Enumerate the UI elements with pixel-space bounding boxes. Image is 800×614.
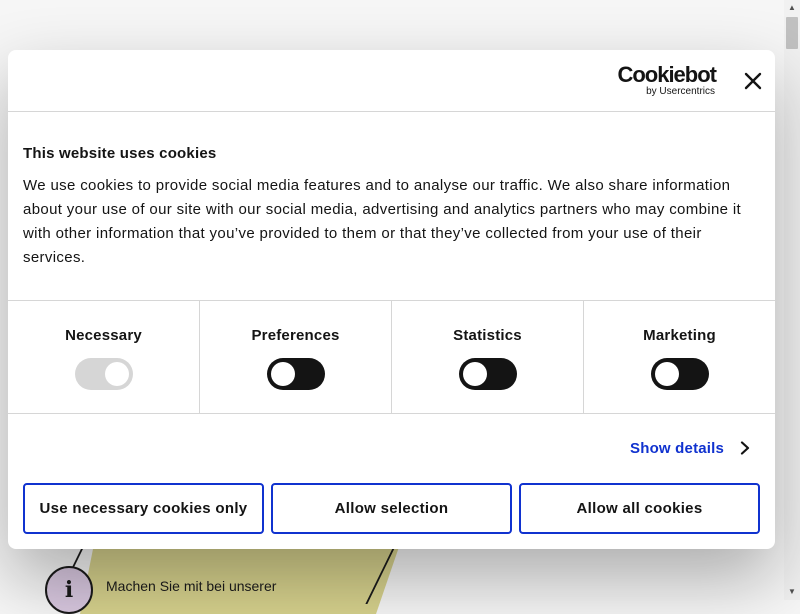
toggle-knob bbox=[654, 362, 679, 386]
promo-text[interactable]: Machen Sie mit bei unserer bbox=[106, 578, 276, 594]
close-button[interactable] bbox=[741, 69, 765, 93]
category-label: Marketing bbox=[643, 327, 716, 344]
scroll-up-arrow-icon[interactable]: ▲ bbox=[784, 0, 800, 16]
cookie-category-toggles: Necessary Preferences Statistics Marketi… bbox=[8, 300, 775, 414]
logo-wordmark: Cookiebot bbox=[617, 62, 717, 87]
dialog-header: Cookiebot by Usercentrics bbox=[8, 50, 775, 112]
category-label: Statistics bbox=[453, 327, 522, 344]
close-icon bbox=[744, 72, 762, 90]
toggle-knob bbox=[104, 362, 129, 386]
preferences-toggle[interactable] bbox=[266, 358, 325, 390]
logo-tagline: by Usercentrics bbox=[646, 86, 715, 97]
category-marketing: Marketing bbox=[583, 301, 775, 413]
category-preferences: Preferences bbox=[199, 301, 391, 413]
toggle-knob bbox=[462, 362, 487, 386]
show-details-link[interactable]: Show details bbox=[630, 438, 750, 458]
scrollbar-track[interactable] bbox=[784, 0, 800, 600]
category-label: Necessary bbox=[65, 327, 142, 344]
necessary-toggle bbox=[74, 358, 133, 390]
show-details-label: Show details bbox=[630, 439, 725, 457]
dialog-description: We use cookies to provide social media f… bbox=[23, 177, 742, 266]
scrollbar-thumb[interactable] bbox=[786, 17, 798, 49]
category-necessary: Necessary bbox=[8, 301, 199, 413]
cookie-consent-dialog: Cookiebot by Usercentrics This website u… bbox=[8, 50, 775, 549]
statistics-toggle[interactable] bbox=[458, 358, 517, 390]
toggle-knob bbox=[270, 362, 295, 386]
info-icon[interactable]: i bbox=[45, 566, 93, 614]
scroll-down-arrow-icon[interactable]: ▼ bbox=[784, 584, 800, 600]
dialog-title: This website uses cookies bbox=[23, 145, 217, 162]
cookiebot-logo: Cookiebot by Usercentrics bbox=[606, 62, 717, 98]
allow-all-cookies-button[interactable]: Allow all cookies bbox=[519, 483, 760, 534]
marketing-toggle[interactable] bbox=[650, 358, 709, 390]
use-necessary-cookies-button[interactable]: Use necessary cookies only bbox=[23, 483, 264, 534]
allow-selection-button[interactable]: Allow selection bbox=[271, 483, 512, 534]
chevron-right-icon bbox=[740, 441, 750, 455]
category-statistics: Statistics bbox=[391, 301, 583, 413]
category-label: Preferences bbox=[251, 327, 340, 344]
